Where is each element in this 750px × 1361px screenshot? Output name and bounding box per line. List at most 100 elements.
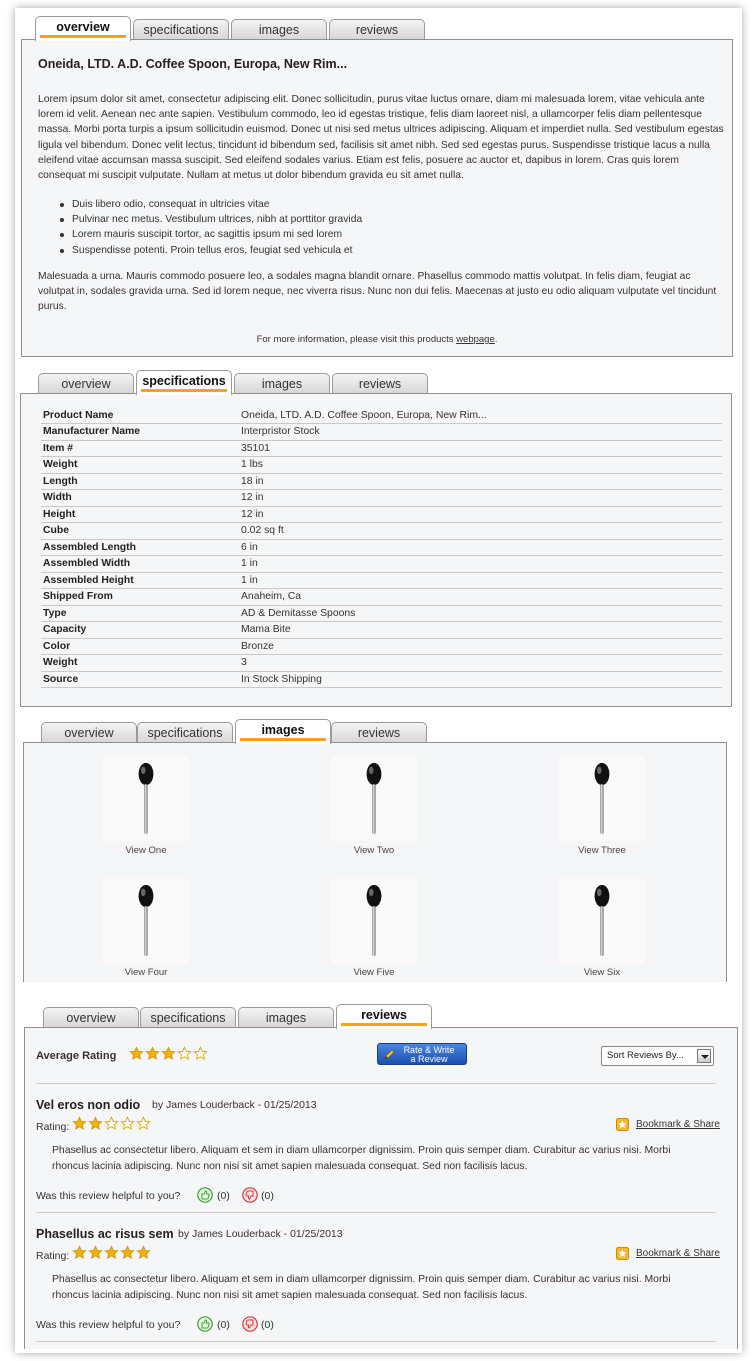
spec-value: 0.02 sq ft — [239, 522, 722, 540]
tab-images[interactable]: images — [231, 19, 327, 40]
image-thumbnail[interactable]: View Five — [331, 879, 417, 978]
spec-value: Oneida, LTD. A.D. Coffee Spoon, Europa, … — [239, 407, 722, 424]
tab-reviews[interactable]: reviews — [332, 373, 428, 394]
overview-bullet-list: Duis libero odio, consequat in ultricies… — [38, 197, 728, 258]
tab-overview[interactable]: overview — [41, 722, 137, 743]
image-caption: View Two — [353, 845, 395, 856]
review-byline: by James Louderback - 01/25/2013 — [152, 1099, 317, 1111]
review-stars — [72, 1245, 151, 1260]
rate-write-review-button[interactable]: Rate & Write a Review — [377, 1043, 467, 1065]
review-body: Phasellus ac consectetur libero. Aliquam… — [52, 1145, 671, 1172]
tab-overview-label: overview — [61, 377, 111, 391]
table-row: Height 12 in — [41, 506, 722, 523]
image-caption: View Six — [583, 967, 621, 978]
image-thumbnail[interactable]: View Six — [559, 879, 645, 978]
sort-reviews-select[interactable]: Sort Reviews By... — [601, 1046, 714, 1066]
overview-panel: Oneida, LTD. A.D. Coffee Spoon, Europa, … — [21, 39, 733, 357]
image-caption: View One — [125, 845, 167, 856]
star-empty-icon — [120, 1116, 135, 1131]
spec-value: 1 lbs — [239, 456, 722, 474]
table-row: Color Bronze — [41, 638, 722, 655]
spec-key: Cube — [41, 522, 239, 540]
spec-key: Assembled Height — [41, 572, 239, 589]
star-full-icon — [72, 1116, 87, 1131]
divider — [36, 1212, 716, 1213]
table-row: Assembled Height 1 in — [41, 572, 722, 589]
tab-overview[interactable]: overview — [35, 16, 131, 41]
table-row: Capacity Mama Bite — [41, 621, 722, 639]
table-row: Cube 0.02 sq ft — [41, 522, 722, 540]
reviews-tab-bar: overview specifications images reviews — [24, 1004, 738, 1029]
spec-key: Shipped From — [41, 588, 239, 606]
tab-images[interactable]: images — [235, 719, 331, 744]
helpful-yes-count: (0) — [217, 1190, 230, 1202]
overview-tab-bar: overview specifications images reviews — [21, 16, 733, 41]
spec-value: Anaheim, Ca — [239, 588, 722, 606]
table-row: Manufacturer Name Interpristor Stock — [41, 423, 722, 441]
spec-value: 12 in — [239, 506, 722, 523]
spoon-image — [331, 879, 417, 963]
thumbs-up-icon[interactable] — [197, 1187, 213, 1203]
overview-paragraph-2: Malesuada a urna. Mauris commodo posuere… — [38, 271, 717, 313]
thumbs-down-icon[interactable] — [242, 1316, 258, 1332]
star-full-icon — [161, 1046, 176, 1061]
review-title: Vel eros non odio — [36, 1098, 141, 1112]
bookmark-star-icon[interactable] — [616, 1118, 629, 1131]
spec-key: Weight — [41, 456, 239, 474]
spec-key: Capacity — [41, 621, 239, 639]
specifications-table: Product Name Oneida, LTD. A.D. Coffee Spo… — [41, 407, 722, 688]
spoon-image — [331, 757, 417, 841]
image-thumbnail[interactable]: View Three — [559, 757, 645, 856]
bookmark-share-link[interactable]: Bookmark & Share — [636, 1119, 720, 1130]
spec-key: Height — [41, 506, 239, 523]
tab-specifications[interactable]: specifications — [140, 1007, 236, 1028]
helpful-yes-count: (0) — [217, 1319, 230, 1331]
tab-reviews[interactable]: reviews — [331, 722, 427, 743]
tab-overview-label: overview — [56, 20, 110, 34]
review-byline: by James Louderback - 01/25/2013 — [178, 1228, 343, 1240]
active-tab-underline — [141, 389, 227, 392]
active-tab-underline — [40, 35, 126, 38]
tab-reviews[interactable]: reviews — [336, 1004, 432, 1029]
tab-images-label: images — [261, 723, 305, 737]
tab-images[interactable]: images — [238, 1007, 334, 1028]
spec-value: 1 in — [239, 572, 722, 589]
image-thumbnail[interactable]: View One — [103, 757, 189, 856]
spec-value: In Stock Shipping — [239, 671, 722, 688]
average-rating-stars — [129, 1046, 208, 1061]
review-body: Phasellus ac consectetur libero. Aliquam… — [52, 1274, 671, 1301]
spoon-image — [103, 879, 189, 963]
star-full-icon — [88, 1245, 103, 1260]
tab-specifications[interactable]: specifications — [133, 19, 229, 40]
tab-overview[interactable]: overview — [38, 373, 134, 394]
specifications-tab-bar: overview specifications images reviews — [20, 370, 732, 395]
table-row: Source In Stock Shipping — [41, 671, 722, 688]
thumbs-up-icon[interactable] — [197, 1316, 213, 1332]
bookmark-star-icon[interactable] — [616, 1247, 629, 1260]
dropdown-arrow-icon[interactable] — [697, 1049, 711, 1063]
thumbs-down-icon[interactable] — [242, 1187, 258, 1203]
tab-reviews-label: reviews — [355, 23, 399, 37]
review-stars — [72, 1116, 151, 1131]
images-tab-bar: overview specifications images reviews — [23, 719, 727, 744]
star-full-icon — [129, 1046, 144, 1061]
image-thumbnail[interactable]: View Two — [331, 757, 417, 856]
tab-specifications[interactable]: specifications — [136, 370, 232, 395]
bookmark-share-link[interactable]: Bookmark & Share — [636, 1248, 720, 1259]
tab-overview-label: overview — [64, 726, 114, 740]
star-full-icon — [136, 1245, 151, 1260]
divider — [36, 1083, 716, 1084]
tab-images[interactable]: images — [234, 373, 330, 394]
tab-reviews[interactable]: reviews — [329, 19, 425, 40]
tab-specifications[interactable]: specifications — [137, 722, 233, 743]
product-title: Oneida, LTD. A.D. Coffee Spoon, Europa, … — [38, 57, 348, 71]
tab-overview[interactable]: overview — [43, 1007, 139, 1028]
star-empty-icon — [136, 1116, 151, 1131]
spec-key: Source — [41, 671, 239, 688]
specifications-panel: Product Name Oneida, LTD. A.D. Coffee Spo… — [20, 393, 732, 707]
webpage-link[interactable]: webpage — [456, 334, 495, 345]
spec-value: 12 in — [239, 489, 722, 507]
spec-key: Assembled Length — [41, 539, 239, 556]
tab-reviews-label: reviews — [357, 726, 401, 740]
image-thumbnail[interactable]: View Four — [103, 879, 189, 978]
